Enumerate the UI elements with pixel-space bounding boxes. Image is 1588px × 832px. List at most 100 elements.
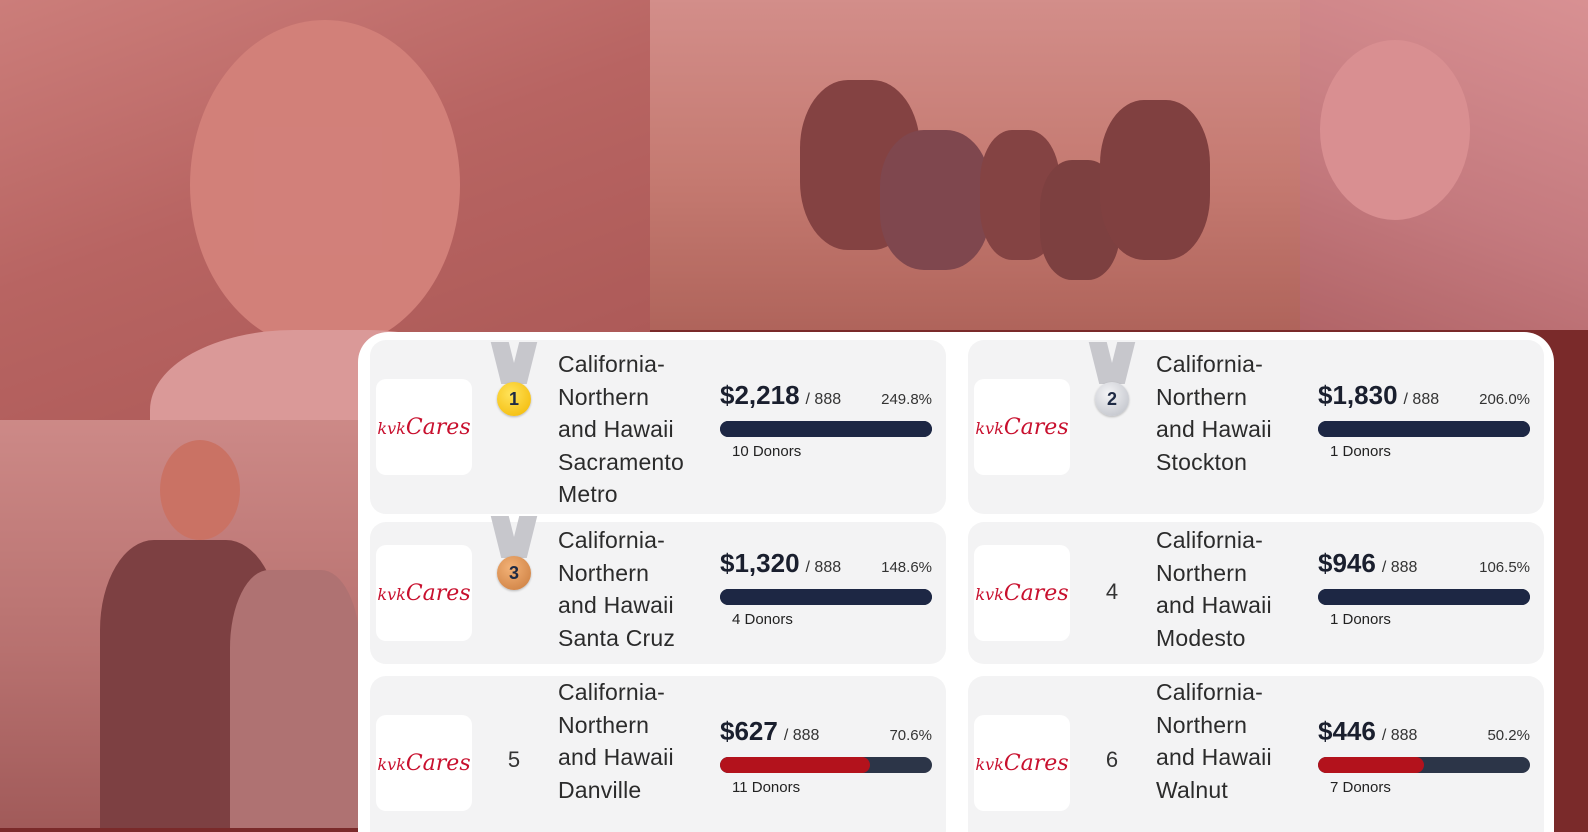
progress-bar-fill (720, 421, 932, 437)
logo-prefix: kvk (975, 418, 1004, 438)
rank-indicator: 3 (490, 516, 538, 598)
logo-main: Cares (1003, 414, 1069, 440)
amount-raised: $446 (1318, 716, 1376, 746)
donor-count: 10 Donors (732, 443, 802, 460)
region-name-line: Santa Cruz (558, 624, 676, 651)
region-name-line: Sacramento (558, 448, 685, 475)
rank-number: 4 (1105, 579, 1119, 604)
goal-value: 888 (1412, 391, 1440, 408)
region-name-line: and Hawaii (1156, 744, 1272, 770)
region-name[interactable]: California- Northern and Hawaii Santa Cruz (558, 524, 708, 654)
gold-medal-icon: 1 (490, 342, 538, 424)
goal-value: 888 (1390, 559, 1418, 576)
region-name[interactable]: California- Northern and Hawaii Modesto (1156, 524, 1306, 654)
goal-amount: / 888 (783, 727, 820, 744)
rank-number: 5 (507, 747, 521, 772)
region-name-line: California- (1156, 351, 1264, 377)
region-name-line: Modesto (1156, 624, 1246, 651)
logo-prefix: kvk (377, 754, 406, 774)
donor-count: 7 Donors (1330, 779, 1391, 796)
rank-indicator: 1 (490, 342, 538, 424)
progress-bar-fill (1318, 757, 1425, 773)
logo-text: kvkCares (377, 581, 470, 606)
region-name-line: Northern (1156, 559, 1248, 586)
leaderboard-card[interactable]: kvkCares 4 California- Northern and Hawaii Mo… (968, 522, 1544, 664)
leaderboard-panel: kvkCares 1 California- Northern and Hawaii Sa… (358, 332, 1554, 832)
percent-of-goal: 106.5% (1479, 559, 1530, 576)
kvk-cares-logo: kvkCares (376, 545, 472, 641)
logo-main: Cares (405, 750, 471, 776)
goal-value: 888 (814, 391, 842, 408)
progress-bar (1318, 589, 1530, 605)
region-name-line: California- (558, 527, 666, 553)
photo-masked-person (1300, 0, 1588, 330)
leaderboard-card[interactable]: kvkCares 6 California- Northern and Hawaii Wa… (968, 676, 1544, 832)
region-name-line: and Hawaii (558, 744, 674, 770)
leaderboard-card[interactable]: kvkCares 5 California- Northern and Hawaii Da… (370, 676, 946, 832)
rank-indicator: 5 (490, 747, 538, 773)
donor-count: 4 Donors (732, 611, 793, 628)
percent-of-goal: 50.2% (1487, 727, 1530, 744)
kvk-cares-logo: kvkCares (376, 715, 472, 811)
donor-count: 1 Donors (1330, 443, 1391, 460)
goal-amount: / 888 (1381, 559, 1418, 576)
fundraising-stats: $446 / 888 50.2% 7 Donors (1318, 716, 1530, 796)
logo-main: Cares (1003, 580, 1069, 606)
region-name[interactable]: California- Northern and Hawaii Sacramento M… (558, 348, 708, 511)
fundraising-stats: $946 / 888 106.5% 1 Donors (1318, 548, 1530, 628)
logo-prefix: kvk (377, 418, 406, 438)
region-name[interactable]: California- Northern and Hawaii Danville (558, 676, 708, 806)
region-name-line: Northern (558, 383, 650, 410)
kvk-cares-logo: kvkCares (376, 379, 472, 475)
progress-bar (720, 421, 932, 437)
logo-text: kvkCares (975, 751, 1068, 776)
region-name-line: Danville (558, 776, 642, 803)
percent-of-goal: 70.6% (889, 727, 932, 744)
region-name-line: Northern (1156, 711, 1248, 738)
rank-indicator: 2 (1088, 342, 1136, 424)
amount-raised: $2,218 (720, 380, 800, 410)
region-name[interactable]: California- Northern and Hawaii Walnut (1156, 676, 1306, 806)
logo-prefix: kvk (975, 754, 1004, 774)
goal-value: 888 (1390, 727, 1418, 744)
kvk-cares-logo: kvkCares (974, 715, 1070, 811)
goal-amount: / 888 (805, 559, 842, 576)
percent-of-goal: 249.8% (881, 391, 932, 408)
progress-bar-fill (1318, 421, 1530, 437)
medal-rank-number: 1 (497, 382, 531, 416)
rank-indicator: 6 (1088, 747, 1136, 773)
leaderboard-card[interactable]: kvkCares 2 California- Northern and Hawaii St… (968, 340, 1544, 514)
region-name-line: and Hawaii (1156, 416, 1272, 442)
progress-bar (720, 757, 932, 773)
medal-rank-number: 3 (497, 556, 531, 590)
logo-text: kvkCares (377, 751, 470, 776)
medal-rank-number: 2 (1095, 382, 1129, 416)
fundraising-stats: $2,218 / 888 249.8% 10 Donors (720, 380, 932, 460)
leaderboard-card[interactable]: kvkCares 1 California- Northern and Hawaii Sa… (370, 340, 946, 514)
logo-prefix: kvk (377, 584, 406, 604)
region-name-line: California- (1156, 527, 1264, 553)
region-name-line: and Hawaii (558, 592, 674, 618)
logo-main: Cares (405, 580, 471, 606)
photo-woman-kitchen (0, 420, 360, 828)
photo-family-beach (650, 0, 1300, 330)
donor-count: 11 Donors (732, 779, 801, 796)
progress-bar-fill (1318, 589, 1530, 605)
leaderboard-card[interactable]: kvkCares 3 California- Northern and Hawaii Sa… (370, 516, 946, 664)
progress-bar-fill (720, 757, 870, 773)
amount-raised: $1,830 (1318, 380, 1398, 410)
region-name[interactable]: California- Northern and Hawaii Stockton (1156, 348, 1306, 478)
logo-text: kvkCares (377, 415, 470, 440)
kvk-cares-logo: kvkCares (974, 379, 1070, 475)
goal-amount: / 888 (1403, 391, 1440, 408)
percent-of-goal: 148.6% (881, 559, 932, 576)
region-name-line: Northern (1156, 383, 1248, 410)
logo-main: Cares (1003, 750, 1069, 776)
donor-count: 1 Donors (1330, 611, 1391, 628)
fundraising-stats: $627 / 888 70.6% 11 Donors (720, 716, 932, 796)
kvk-cares-logo: kvkCares (974, 545, 1070, 641)
logo-text: kvkCares (975, 415, 1068, 440)
amount-raised: $946 (1318, 548, 1376, 578)
region-name-line: and Hawaii (1156, 592, 1272, 618)
amount-raised: $1,320 (720, 548, 800, 578)
